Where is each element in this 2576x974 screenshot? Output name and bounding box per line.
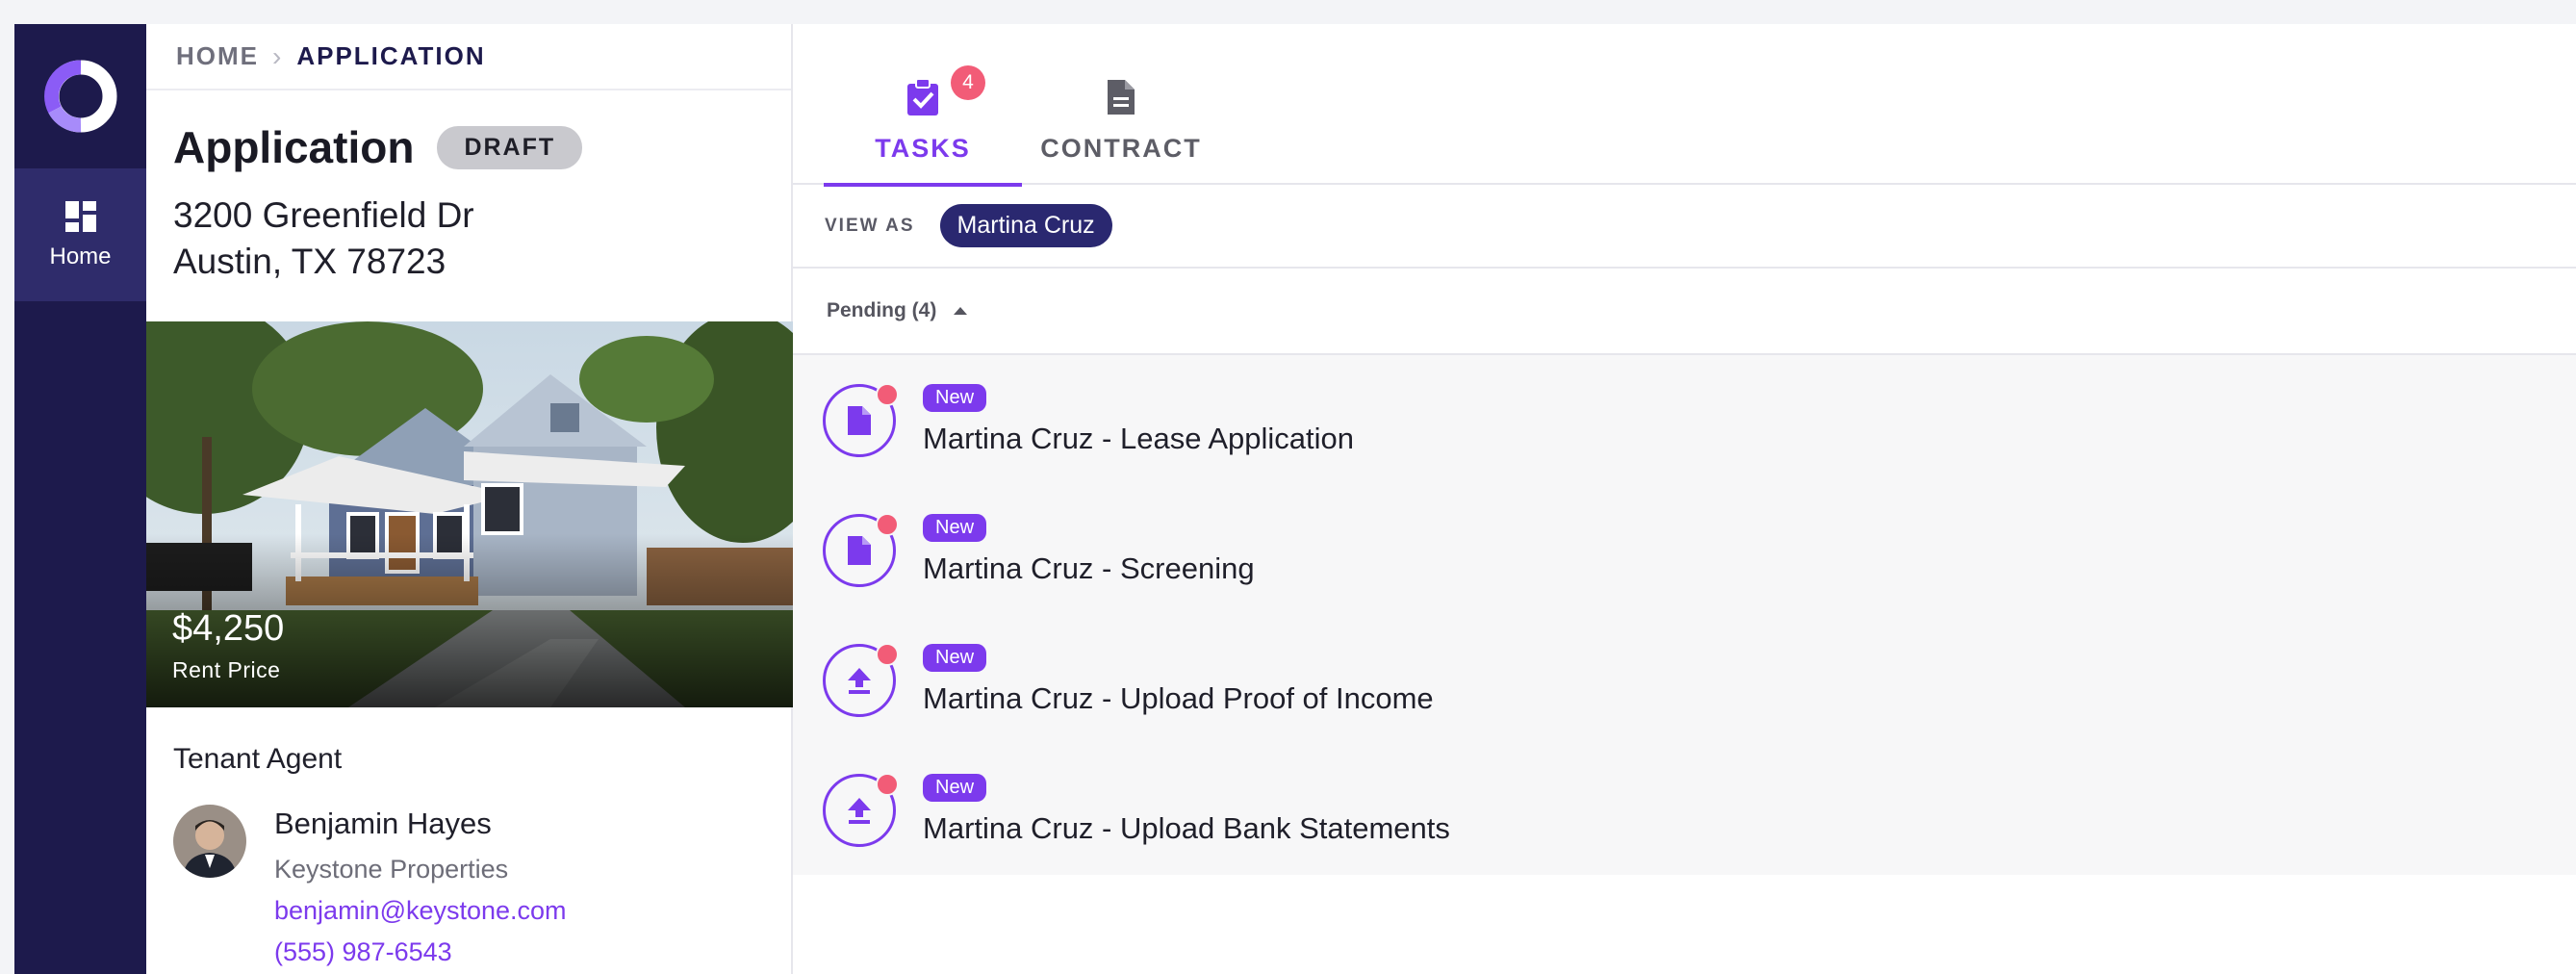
view-as-label: VIEW AS [825,215,915,236]
document-icon [1108,80,1135,115]
address-line-2: Austin, TX 78723 [173,242,446,281]
tab-contract-label: CONTRACT [1040,134,1202,163]
agent-heading: Tenant Agent [173,743,343,775]
app-window: Home HOME › APPLICATION Application DRAF… [14,24,2576,974]
page-title: Application [173,122,415,172]
new-badge: New [923,644,987,672]
tab-tasks[interactable]: 4 TASKS [824,24,1022,187]
agent-email-link[interactable]: benjamin@keystone.com [274,896,567,926]
tab-bar: 4 TASKS CONTRACT [793,24,2576,187]
nav-rail: Home [14,24,146,974]
document-icon [848,535,871,565]
task-title: Martina Cruz - Upload Bank Statements [923,811,1450,845]
property-address: 3200 Greenfield Dr Austin, TX 78723 [173,192,764,285]
unread-dot [876,382,899,406]
agent-company: Keystone Properties [274,855,509,884]
task-text: New Martina Cruz - Lease Application [923,384,1354,456]
app-logo[interactable] [14,24,146,168]
logo-icon [43,60,116,133]
property-panel: HOME › APPLICATION Application DRAFT 320… [146,24,793,974]
property-photo: $4,250 Rent Price [146,321,793,707]
address-line-1: 3200 Greenfield Dr [173,195,474,235]
new-badge: New [923,774,987,802]
new-badge: New [923,384,987,412]
nav-item-home-label: Home [49,244,112,269]
price-overlay: $4,250 Rent Price [172,608,284,683]
task-item[interactable]: New Martina Cruz - Screening [793,485,2576,615]
task-icon-wrapper [823,382,899,457]
tenant-agent-card: Tenant Agent Benjamin Hayes Keystone Pro… [173,743,779,967]
unread-dot [876,772,899,796]
breadcrumb: HOME › APPLICATION [146,24,791,90]
breadcrumb-home-link[interactable]: HOME [176,41,259,71]
task-text: New Martina Cruz - Upload Proof of Incom… [923,644,1434,716]
status-badge: DRAFT [437,125,583,169]
chevron-right-icon: › [272,40,284,71]
dashboard-icon [64,201,96,232]
task-text: New Martina Cruz - Upload Bank Statement… [923,774,1450,846]
task-list: New Martina Cruz - Lease Application New… [793,355,2576,875]
task-icon-wrapper [823,772,899,847]
breadcrumb-current: APPLICATION [296,41,486,70]
title-row: Application DRAFT [173,121,764,173]
caret-up-icon [954,307,968,315]
task-item[interactable]: New Martina Cruz - Lease Application [793,355,2576,485]
task-text: New Martina Cruz - Screening [923,514,1255,586]
document-icon [848,405,871,435]
tab-tasks-label: TASKS [875,134,971,163]
pending-section-toggle[interactable]: Pending (4) [793,269,2576,355]
agent-info: Benjamin Hayes Keystone Properties benja… [274,807,567,967]
view-as-user-chip[interactable]: Martina Cruz [939,204,1112,247]
unread-dot [876,642,899,666]
task-item[interactable]: New Martina Cruz - Upload Bank Statement… [793,745,2576,875]
property-header: Application DRAFT 3200 Greenfield Dr Aus… [146,90,791,285]
tab-contract[interactable]: CONTRACT [1022,24,1220,185]
new-badge: New [923,514,987,542]
avatar [173,805,246,878]
view-as-bar: VIEW AS Martina Cruz [793,185,2576,269]
task-icon-wrapper [823,512,899,587]
task-item[interactable]: New Martina Cruz - Upload Proof of Incom… [793,615,2576,745]
tasks-panel: 4 TASKS CONTRACT VIEW AS Martina Cruz Pe… [793,24,2576,974]
agent-name: Benjamin Hayes [274,807,492,840]
upload-icon [848,797,871,824]
upload-icon [848,667,871,694]
task-icon-wrapper [823,642,899,717]
clipboard-check-icon [907,78,938,115]
rent-price: $4,250 [172,608,285,649]
task-title: Martina Cruz - Upload Proof of Income [923,681,1434,715]
agent-phone-link[interactable]: (555) 987-6543 [274,937,567,967]
unread-dot [876,512,899,536]
agent-row: Benjamin Hayes Keystone Properties benja… [173,805,779,967]
task-title: Martina Cruz - Screening [923,551,1255,585]
pending-label: Pending (4) [827,299,937,321]
nav-item-home[interactable]: Home [14,168,146,301]
tasks-count-badge: 4 [951,65,985,100]
rent-price-label: Rent Price [172,657,281,682]
task-title: Martina Cruz - Lease Application [923,422,1355,455]
